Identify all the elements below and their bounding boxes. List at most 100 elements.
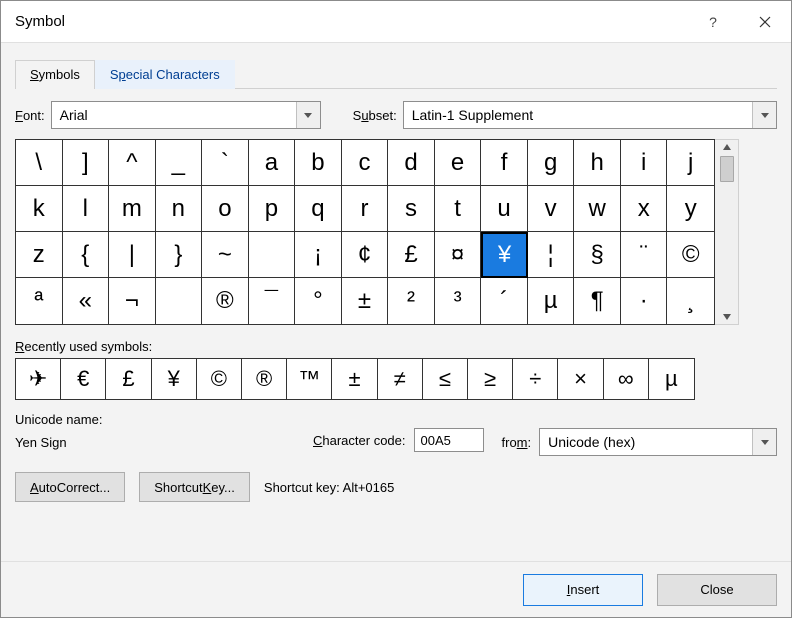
symbol-cell[interactable]: © [667,232,714,278]
symbol-cell[interactable]: g [528,140,575,186]
recent-cell[interactable]: € [61,359,106,399]
symbol-cell[interactable]: y [667,186,714,232]
symbol-cell[interactable]: | [109,232,156,278]
symbol-cell[interactable]: l [63,186,110,232]
recent-label: Recently used symbols: [15,339,777,354]
symbol-cell[interactable]: n [156,186,203,232]
symbol-cell[interactable]: µ [528,278,575,324]
recent-cell[interactable]: ≤ [423,359,468,399]
recent-cell[interactable]: ® [242,359,287,399]
symbol-cell[interactable]: q [295,186,342,232]
symbol-cell[interactable]: ¶ [574,278,621,324]
symbol-cell[interactable]: e [435,140,482,186]
symbol-cell[interactable]: o [202,186,249,232]
symbol-cell[interactable]: « [63,278,110,324]
scroll-up-icon[interactable] [723,144,731,150]
symbol-cell[interactable]: z [16,232,63,278]
symbol-cell[interactable]: v [528,186,575,232]
from-combo[interactable]: Unicode (hex) [539,428,777,456]
symbol-cell[interactable]: _ [156,140,203,186]
symbol-cell[interactable]: d [388,140,435,186]
symbol-cell[interactable]: ¡ [295,232,342,278]
chevron-down-icon[interactable] [296,102,320,128]
symbol-cell[interactable]: ª [16,278,63,324]
window-title: Symbol [15,13,65,30]
symbol-cell[interactable]: · [621,278,668,324]
charcode-input[interactable] [414,428,484,452]
symbol-cell[interactable]: £ [388,232,435,278]
symbol-cell[interactable]: ¦ [528,232,575,278]
help-button[interactable]: ? [687,1,739,43]
symbol-cell[interactable]: ` [202,140,249,186]
symbol-cell[interactable]: ¢ [342,232,389,278]
symbol-cell[interactable]: ¬ [109,278,156,324]
recent-cell[interactable]: × [558,359,603,399]
recent-cell[interactable]: ≥ [468,359,513,399]
symbol-cell[interactable]: s [388,186,435,232]
font-combo[interactable]: Arial [51,101,321,129]
chevron-down-icon[interactable] [752,429,776,455]
recent-cell[interactable]: ¥ [152,359,197,399]
symbol-cell[interactable]: c [342,140,389,186]
symbol-grid[interactable]: \]^_`abcdefghij klmnopqrstuvwxy z{|}~ ¡¢£¤¥… [15,139,715,325]
scroll-thumb[interactable] [720,156,734,182]
symbol-cell[interactable]: § [574,232,621,278]
font-value: Arial [52,107,296,123]
symbol-cell[interactable]: ¸ [667,278,714,324]
grid-scrollbar[interactable] [715,139,739,325]
symbol-cell[interactable]: ^ [109,140,156,186]
charcode-label: Character code: [313,433,406,448]
symbol-cell[interactable]: ] [63,140,110,186]
symbol-cell[interactable]: j [667,140,714,186]
close-button[interactable]: Close [657,574,777,606]
symbol-cell[interactable]: h [574,140,621,186]
symbol-cell[interactable]: f [481,140,528,186]
recent-cell[interactable]: © [197,359,242,399]
close-icon[interactable] [739,1,791,43]
symbol-cell[interactable]: ~ [202,232,249,278]
symbol-cell[interactable]: { [63,232,110,278]
symbol-cell[interactable]: ² [388,278,435,324]
symbol-cell[interactable]: ± [342,278,389,324]
autocorrect-button[interactable]: AutoCorrect... [15,472,125,502]
recent-cell[interactable]: ∞ [604,359,649,399]
symbol-cell[interactable]: a [249,140,296,186]
recent-cell[interactable]: µ [649,359,694,399]
symbol-cell[interactable]: r [342,186,389,232]
symbol-cell[interactable]: x [621,186,668,232]
symbol-cell[interactable]: } [156,232,203,278]
symbol-cell[interactable]: ¯ [249,278,296,324]
recent-cell[interactable]: ≠ [378,359,423,399]
symbol-cell[interactable]: b [295,140,342,186]
symbol-cell[interactable]: \ [16,140,63,186]
recent-grid[interactable]: ✈€£¥©®™±≠≤≥÷×∞µ [15,358,695,400]
tab-special-characters[interactable]: Special Characters [95,60,235,89]
symbol-cell[interactable]: ­ [156,278,203,324]
scroll-down-icon[interactable] [723,314,731,320]
symbol-cell[interactable]: u [481,186,528,232]
symbol-cell[interactable]: ® [202,278,249,324]
symbol-cell[interactable]: ¥ [481,232,528,278]
symbol-cell[interactable] [249,232,296,278]
recent-cell[interactable]: ™ [287,359,332,399]
tab-symbols[interactable]: Symbols [15,60,95,89]
subset-combo[interactable]: Latin-1 Supplement [403,101,777,129]
recent-cell[interactable]: £ [106,359,151,399]
recent-cell[interactable]: ÷ [513,359,558,399]
symbol-cell[interactable]: ° [295,278,342,324]
shortcut-key-button[interactable]: Shortcut Key... [139,472,250,502]
symbol-cell[interactable]: t [435,186,482,232]
symbol-cell[interactable]: k [16,186,63,232]
chevron-down-icon[interactable] [752,102,776,128]
insert-button[interactable]: Insert [523,574,643,606]
recent-cell[interactable]: ✈ [16,359,61,399]
symbol-cell[interactable]: ¨ [621,232,668,278]
symbol-cell[interactable]: ´ [481,278,528,324]
symbol-cell[interactable]: m [109,186,156,232]
symbol-cell[interactable]: ³ [435,278,482,324]
symbol-cell[interactable]: ¤ [435,232,482,278]
symbol-cell[interactable]: p [249,186,296,232]
symbol-cell[interactable]: i [621,140,668,186]
symbol-cell[interactable]: w [574,186,621,232]
recent-cell[interactable]: ± [332,359,377,399]
